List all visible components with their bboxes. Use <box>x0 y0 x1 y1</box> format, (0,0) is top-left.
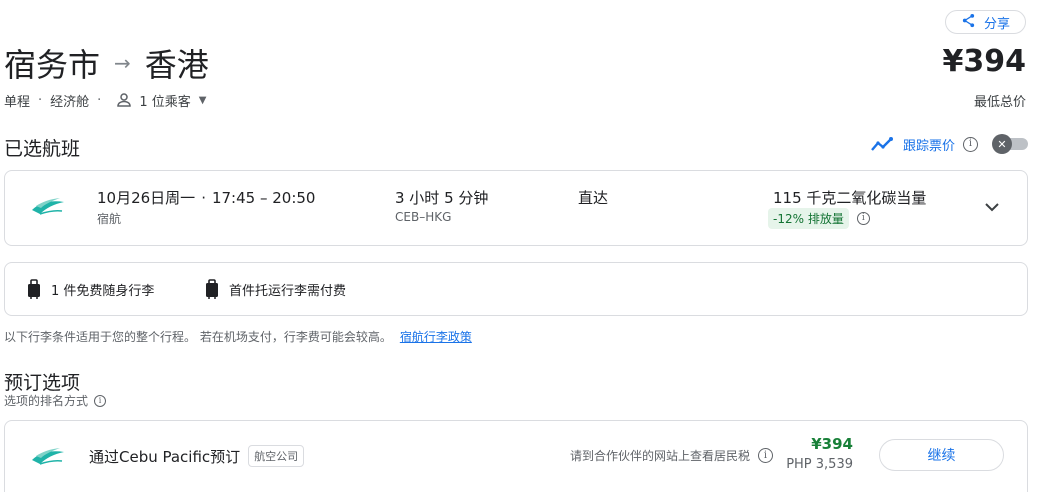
booking-provider: 通过Cebu Pacific预订 航空公司 <box>89 445 305 467</box>
track-prices-label[interactable]: 跟踪票价 <box>903 135 955 154</box>
booking-options-title: 预订选项 <box>4 372 81 394</box>
carry-on-item: 1 件免费随身行李 <box>27 279 154 299</box>
cabin-class: 经济舱 <box>50 94 90 110</box>
info-icon[interactable]: i <box>758 448 774 463</box>
carry-on-bag-icon <box>28 279 40 299</box>
share-icon <box>961 13 976 32</box>
passenger-count: 1 位乘客 <box>139 94 191 110</box>
tax-note: 请到合作伙伴的网站上查看居民税 i <box>570 447 774 464</box>
flight-times: 17:45 – 20:50 <box>211 189 316 207</box>
flight-card[interactable]: 10月26日周一 · 17:45 – 20:50 宿航 3 小时 5 分钟 CEB–… <box>4 170 1028 246</box>
origin-city: 宿务市 <box>4 46 101 84</box>
airline-name: 宿航 <box>97 212 122 226</box>
destination-city: 香港 <box>144 46 209 84</box>
trend-line-icon <box>871 136 895 152</box>
selected-flights-title: 已选航班 <box>4 138 81 160</box>
carry-on-label: 1 件免费随身行李 <box>51 283 155 299</box>
chevron-down-icon[interactable] <box>983 198 1001 216</box>
route-title: 宿务市 → 香港 <box>4 40 209 86</box>
ranking-info-label: 选项的排名方式 <box>4 394 89 408</box>
caret-down-icon: ▼ <box>198 94 207 106</box>
baggage-note-text: 以下行李条件适用于您的整个行程。 若在机场支付，行李费可能会较高。 <box>4 330 392 344</box>
tax-note-text: 请到合作伙伴的网站上查看居民税 <box>570 449 751 463</box>
emission-row: -12% 排放量 i <box>768 208 870 229</box>
passenger-selector[interactable]: 1 位乘客 ▼ <box>109 91 206 110</box>
separator-dot: · <box>201 189 206 207</box>
person-icon <box>117 93 132 107</box>
continue-button[interactable]: 继续 <box>879 439 1004 471</box>
trip-meta: 单程 · 经济舱 · 1 位乘客 ▼ <box>4 90 206 110</box>
info-icon[interactable]: i <box>856 212 870 225</box>
close-icon: ✕ <box>992 134 1012 154</box>
baggage-policy-link[interactable]: 宿航行李政策 <box>400 330 472 344</box>
flight-date: 10月26日周一 <box>97 189 196 207</box>
flight-duration: 3 小时 5 分钟 <box>395 189 489 207</box>
price-tracking: 跟踪票价 i ✕ <box>871 133 1028 155</box>
flight-schedule: 10月26日周一 · 17:45 – 20:50 <box>97 187 315 208</box>
track-prices-toggle[interactable]: ✕ <box>992 134 1028 154</box>
airline-logo-icon <box>32 198 64 215</box>
separator-dot: · <box>97 92 102 108</box>
flight-booking-page: 分享 宿务市 → 香港 单程 · 经济舱 · 1 位乘客 ▼ ¥394 最低总价… <box>0 0 1039 492</box>
checked-bag-label: 首件托运行李需付费 <box>229 283 347 299</box>
trip-type: 单程 <box>4 94 31 110</box>
share-button[interactable]: 分享 <box>945 10 1026 34</box>
baggage-card: 1 件免费随身行李 首件托运行李需付费 <box>4 262 1028 316</box>
checked-bag-item: 首件托运行李需付费 <box>205 279 346 299</box>
airline-logo-icon <box>32 448 64 465</box>
emissions-value: 115 千克二氧化碳当量 <box>773 189 927 207</box>
airport-codes: CEB–HKG <box>395 210 452 224</box>
baggage-note: 以下行李条件适用于您的整个行程。 若在机场支付，行李费可能会较高。 宿航行李政策 <box>4 328 472 345</box>
ranking-info[interactable]: 选项的排名方式 i <box>4 392 107 409</box>
share-label: 分享 <box>983 16 1010 32</box>
booking-provider-label: 通过Cebu Pacific预订 <box>89 447 241 466</box>
stops-info: 直达 <box>578 189 609 207</box>
arrow-right-icon: → <box>114 51 131 75</box>
option-price: ¥394 <box>811 435 853 453</box>
booking-option-card: 通过Cebu Pacific预订 航空公司 请到合作伙伴的网站上查看居民税 i … <box>4 420 1028 492</box>
info-icon[interactable]: i <box>963 136 978 152</box>
separator-dot: · <box>38 92 43 108</box>
airline-tag: 航空公司 <box>248 445 305 467</box>
info-icon: i <box>94 394 107 407</box>
checked-bag-icon <box>206 279 218 299</box>
lowest-price: ¥394 <box>942 44 1027 79</box>
option-price-local: PHP 3,539 <box>786 457 853 472</box>
lowest-price-label: 最低总价 <box>973 95 1026 110</box>
emission-badge: -12% 排放量 <box>768 208 849 229</box>
